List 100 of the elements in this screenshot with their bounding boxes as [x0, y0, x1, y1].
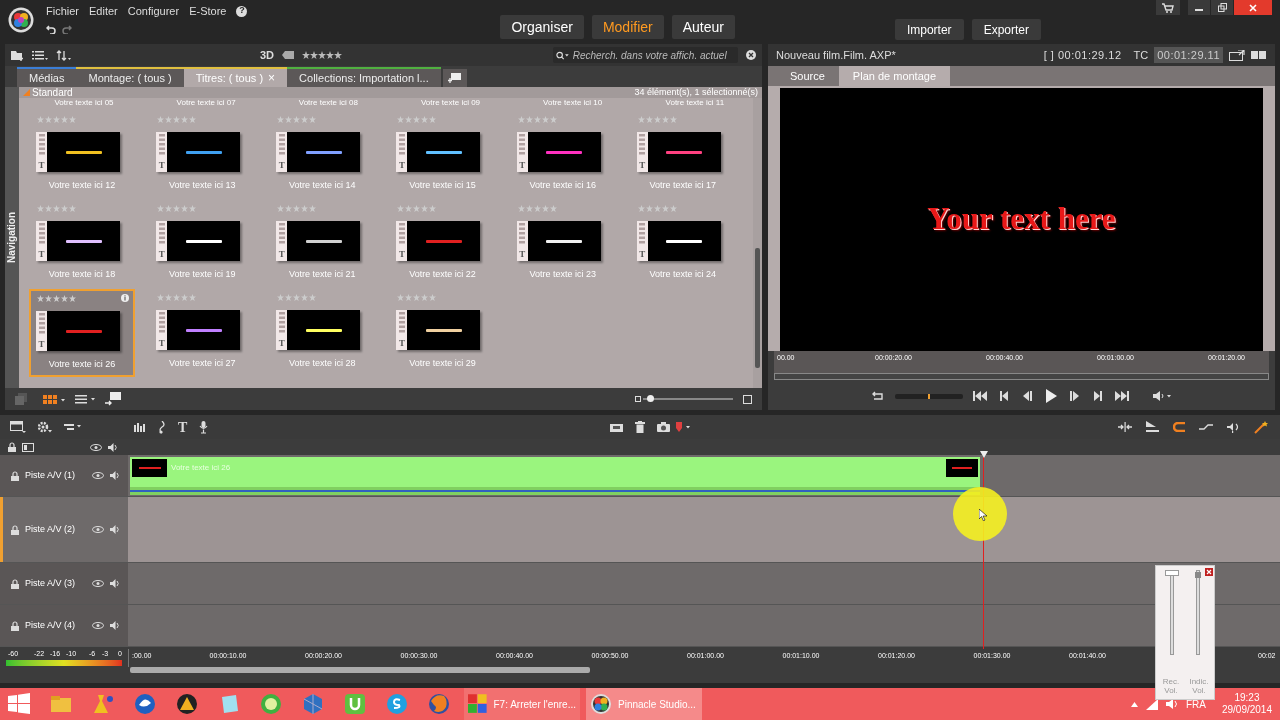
flask-icon[interactable] — [92, 693, 114, 715]
star-icon[interactable] — [69, 205, 76, 212]
star-icon[interactable] — [285, 294, 293, 301]
track-header[interactable]: Piste A/V (4) — [0, 605, 128, 646]
speaker-icon[interactable] — [108, 442, 118, 452]
lock-icon[interactable] — [8, 442, 16, 452]
star-icon[interactable] — [309, 205, 317, 212]
preview-tab[interactable]: Source — [776, 66, 839, 86]
star-icon[interactable] — [413, 294, 421, 301]
library-tab[interactable]: Médias — [17, 67, 77, 87]
camera-icon[interactable] — [657, 422, 671, 432]
star-icon[interactable] — [413, 116, 421, 123]
redo-icon[interactable] — [62, 24, 72, 34]
scrub-bar[interactable] — [774, 373, 1269, 380]
sort-icon[interactable] — [56, 49, 72, 61]
lock-icon[interactable] — [11, 470, 19, 481]
star-icon[interactable] — [189, 205, 197, 212]
title-tile[interactable]: T Votre texte ici 27 — [149, 289, 256, 377]
title-tile[interactable]: T Votre texte ici 28 — [269, 289, 376, 377]
star-icon[interactable] — [309, 116, 317, 123]
title-tile[interactable]: T Votre texte ici 15 — [389, 111, 496, 199]
star-icon[interactable] — [181, 294, 189, 301]
eye-icon[interactable] — [92, 526, 104, 533]
star-icon[interactable] — [397, 205, 405, 212]
star-icon[interactable] — [293, 205, 301, 212]
title-tool-button[interactable]: T — [178, 416, 188, 438]
stereo-3d-toggle[interactable]: 3D — [260, 46, 275, 64]
star-icon[interactable] — [421, 116, 429, 123]
track-monitor-icon[interactable] — [22, 442, 36, 452]
star-icon[interactable] — [669, 116, 677, 123]
title-tile[interactable]: T Votre texte ici 23 — [509, 200, 616, 288]
lock-icon[interactable] — [11, 578, 19, 589]
track-header[interactable]: Piste A/V (1) — [0, 455, 128, 496]
add-tab-button[interactable] — [442, 69, 467, 87]
action-button[interactable]: Importer — [894, 19, 964, 40]
keyframe-line-icon[interactable] — [1199, 423, 1213, 431]
star-icon[interactable] — [405, 205, 413, 212]
windows-start-icon[interactable] — [8, 693, 30, 715]
speaker-icon[interactable] — [110, 525, 120, 534]
star-icon[interactable] — [541, 205, 549, 212]
magic-wand-icon[interactable] — [1254, 420, 1270, 434]
popout-icon[interactable] — [1229, 49, 1245, 61]
star-icon[interactable] — [661, 205, 669, 212]
star-icon[interactable] — [661, 116, 669, 123]
close-button[interactable] — [1234, 0, 1272, 15]
star-icon[interactable] — [421, 205, 429, 212]
star-icon[interactable] — [653, 205, 661, 212]
title-tile[interactable]: T Votre texte ici 29 — [389, 289, 496, 377]
star-icon[interactable] — [429, 205, 437, 212]
undo-icon[interactable] — [46, 24, 56, 34]
star-icon[interactable] — [53, 205, 60, 212]
clock[interactable]: 19:23 29/09/2014 — [1221, 692, 1272, 716]
snapshot-icon[interactable] — [610, 422, 624, 432]
fox-icon[interactable] — [428, 693, 450, 715]
folder-icon[interactable] — [50, 693, 72, 715]
star-icon[interactable] — [285, 116, 293, 123]
stack-icon[interactable] — [15, 393, 27, 405]
star-icon[interactable] — [549, 205, 557, 212]
library-tab[interactable]: Montage: ( tous ) — [76, 67, 184, 87]
star-icon[interactable] — [309, 294, 317, 301]
menu-item[interactable]: E-Store — [189, 2, 227, 20]
torrent-icon[interactable] — [344, 693, 366, 715]
star-icon[interactable] — [669, 205, 677, 212]
star-icon[interactable] — [157, 294, 165, 301]
star-icon[interactable] — [173, 294, 181, 301]
star-icon[interactable] — [53, 294, 60, 302]
grid-view-icon[interactable] — [43, 394, 67, 404]
action-button[interactable]: Exporter — [971, 19, 1041, 40]
star-icon[interactable] — [165, 205, 173, 212]
menu-item[interactable]: Fichier — [46, 2, 79, 20]
star-icon[interactable] — [277, 294, 285, 301]
play-icon[interactable] — [1044, 389, 1057, 403]
star-icon[interactable] — [157, 205, 165, 212]
star-icon[interactable] — [293, 294, 301, 301]
go-to-end-icon[interactable] — [1114, 391, 1129, 401]
cube-icon[interactable] — [302, 693, 324, 715]
list-mode-icon[interactable] — [75, 394, 97, 404]
star-icon[interactable] — [293, 116, 301, 123]
timecode-field[interactable]: 00:01:29.11 — [1154, 46, 1223, 64]
star-icon[interactable] — [173, 116, 181, 123]
lock-icon[interactable] — [11, 524, 19, 535]
title-tile[interactable]: T Votre texte ici 12 — [29, 111, 135, 199]
star-icon[interactable] — [517, 116, 525, 123]
title-tile[interactable]: T Votre texte ici 17 — [629, 111, 736, 199]
star-icon[interactable] — [533, 205, 541, 212]
magnet-icon[interactable] — [1173, 422, 1185, 432]
star-icon[interactable] — [165, 294, 173, 301]
vertical-scrollbar[interactable] — [753, 98, 762, 388]
star-icon[interactable] — [429, 116, 437, 123]
star-icon[interactable] — [653, 116, 661, 123]
microphone-icon[interactable] — [199, 420, 209, 434]
menu-item[interactable]: Editer — [89, 2, 118, 20]
star-icon[interactable] — [405, 294, 413, 301]
star-icon[interactable] — [189, 294, 197, 301]
show-hidden-icons-icon[interactable] — [1130, 701, 1138, 707]
speaker-icon[interactable] — [110, 621, 120, 630]
loop-icon[interactable] — [870, 391, 885, 401]
star-icon[interactable] — [189, 116, 197, 123]
star-icon[interactable] — [517, 205, 525, 212]
star-icon[interactable] — [549, 116, 557, 123]
